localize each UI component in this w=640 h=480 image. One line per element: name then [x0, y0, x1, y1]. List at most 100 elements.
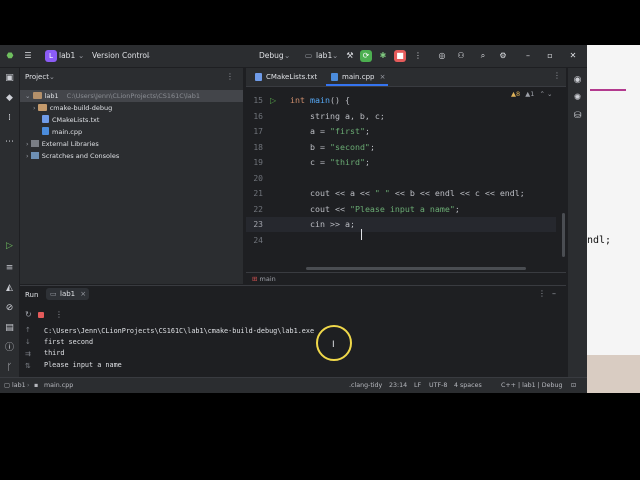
status-crumb-project[interactable]: lab1 — [12, 378, 26, 393]
close-tab-icon[interactable]: × — [380, 68, 386, 86]
run-config-selector[interactable]: Debug — [259, 45, 284, 67]
project-badge[interactable]: L — [45, 50, 57, 62]
project-tool-icon[interactable]: ▣ — [3, 72, 16, 85]
close-tab-icon[interactable]: × — [80, 288, 86, 300]
services-tool-icon[interactable]: ≡ — [3, 262, 16, 275]
line-number[interactable]: 23 — [246, 217, 263, 232]
tree-item-cmake-build-debug[interactable]: › cmake-build-debug — [33, 102, 112, 114]
chevron-down-icon[interactable]: ⌄ — [145, 45, 151, 67]
git-tool-icon[interactable]: ᚴ — [3, 362, 16, 375]
collaboration-icon[interactable]: ⚇ — [455, 50, 467, 62]
line-number[interactable]: 18 — [246, 140, 263, 155]
code-line[interactable]: 20 — [246, 171, 556, 186]
project-name[interactable]: lab1 — [59, 45, 75, 67]
tree-item-lab1[interactable]: ⌄ lab1 C:\Users\Jenn\CLionProjects\CS161… — [20, 90, 243, 102]
soft-wrap-icon[interactable]: ⇉ — [25, 350, 31, 358]
more-options-icon[interactable]: ⋮ — [553, 71, 561, 80]
code-line[interactable]: 16 string a, b, c; — [246, 109, 556, 124]
tree-item-external-libraries[interactable]: › External Libraries — [26, 138, 99, 150]
more-options-icon[interactable]: ⋮ — [226, 72, 234, 81]
tab-cmakelists[interactable]: CMakeLists.txt — [250, 68, 317, 86]
lock-icon[interactable]: ⊡ — [571, 378, 576, 393]
ai-assistant-icon[interactable]: ◎ — [436, 50, 448, 62]
chevron-down-icon[interactable]: ⌄ — [25, 92, 30, 100]
stop-icon[interactable] — [38, 312, 44, 318]
chevron-right-icon[interactable]: › — [26, 152, 29, 160]
chevron-down-icon[interactable]: ⌄ — [284, 45, 290, 67]
project-panel-title[interactable]: Project — [25, 73, 49, 81]
code-token: << b << endl << c << endl; — [389, 188, 525, 198]
minimize-panel-icon[interactable]: – — [552, 289, 556, 298]
problems-tool-icon[interactable]: ⓘ — [3, 342, 16, 355]
caret-position[interactable]: 23:14 — [389, 378, 407, 393]
settings-gear-icon[interactable]: ⚙ — [497, 50, 509, 62]
commit-tool-icon[interactable]: ◆ — [3, 92, 16, 105]
line-separator[interactable]: LF — [414, 378, 421, 393]
language-context[interactable]: C++ | lab1 | Debug — [501, 378, 563, 393]
tree-item-cmakelists[interactable]: CMakeLists.txt — [42, 114, 99, 126]
close-icon[interactable]: ✕ — [567, 50, 579, 62]
target-selector[interactable]: lab1 — [316, 45, 332, 67]
code-line[interactable]: 23 cin >> a; — [246, 217, 556, 232]
line-number[interactable]: 19 — [246, 155, 263, 170]
code-line[interactable]: 24 — [246, 233, 556, 248]
status-crumb-file[interactable]: main.cpp — [44, 378, 73, 393]
stop-icon[interactable]: ■ — [394, 50, 406, 62]
line-number[interactable]: 16 — [246, 109, 263, 124]
chevron-right-icon[interactable]: › — [26, 140, 29, 148]
scroll-up-icon[interactable]: ↑ — [25, 326, 31, 334]
rerun-icon[interactable]: ↻ — [25, 310, 32, 319]
ai-chat-icon[interactable]: ✺ — [571, 92, 584, 105]
more-actions-icon[interactable]: ⋮ — [412, 50, 424, 62]
tree-item-main-cpp[interactable]: main.cpp — [42, 126, 82, 138]
code-line[interactable]: 15 int main() { — [246, 93, 556, 108]
code-line[interactable]: 17 a = "first"; — [246, 124, 556, 139]
tab-main-cpp[interactable]: main.cpp × — [326, 68, 389, 86]
more-options-icon[interactable]: ⋮ — [538, 289, 546, 298]
scroll-down-icon[interactable]: ↓ — [25, 338, 31, 346]
more-options-icon[interactable]: ⋮ — [55, 310, 63, 319]
run-tab-lab1[interactable]: ▭ lab1 × — [46, 288, 90, 300]
line-number[interactable]: 22 — [246, 202, 263, 217]
line-number[interactable]: 24 — [246, 233, 263, 248]
line-number[interactable]: 15 — [246, 93, 263, 108]
main-menu-icon[interactable]: ☰ — [22, 50, 34, 62]
database-icon[interactable]: ⛁ — [571, 110, 584, 123]
run-tool-icon[interactable]: ▷ — [3, 240, 16, 253]
vcs-widget[interactable]: Version Control — [92, 45, 149, 67]
code-line[interactable]: 18 b = "second"; — [246, 140, 556, 155]
code-line[interactable]: 19 c = "third"; — [246, 155, 556, 170]
code-area[interactable]: 15 int main() {16 string a, b, c; 17 a = "… — [246, 93, 556, 271]
minimize-icon[interactable]: – — [522, 50, 534, 62]
code-line[interactable]: 21 cout << a << " " << b << endl << c <<… — [246, 186, 556, 201]
more-tools-icon[interactable]: ⋯ — [3, 136, 16, 149]
terminal-tool-icon[interactable]: ▤ — [3, 322, 16, 335]
tree-item-scratches[interactable]: › Scratches and Consoles — [26, 150, 119, 162]
search-icon[interactable]: ⌕ — [477, 50, 489, 62]
build-hammer-icon[interactable]: ⚒ — [344, 50, 356, 62]
line-number[interactable]: 21 — [246, 186, 263, 201]
run-gutter-icon[interactable]: ▷ — [270, 96, 276, 105]
clang-tidy-indicator[interactable]: .clang-tidy — [349, 378, 382, 393]
editor-vertical-scrollbar[interactable] — [562, 213, 565, 257]
chevron-down-icon[interactable]: ⌄ — [49, 73, 55, 81]
breadcrumb-main[interactable]: main — [260, 275, 276, 283]
run-icon[interactable]: ⟳ — [360, 50, 372, 62]
editor-horizontal-scrollbar[interactable] — [306, 267, 526, 270]
file-encoding[interactable]: UTF-8 — [429, 378, 447, 393]
chevron-down-icon[interactable]: ⌄ — [78, 45, 84, 67]
structure-tool-icon[interactable]: ⁞ — [3, 112, 16, 125]
cpp-file-icon — [331, 73, 338, 81]
cmake-tool-icon[interactable]: ◭ — [3, 282, 16, 295]
line-number[interactable]: 20 — [246, 171, 263, 186]
line-number[interactable]: 17 — [246, 124, 263, 139]
debug-tool-icon[interactable]: ⊘ — [3, 302, 16, 315]
chevron-right-icon[interactable]: › — [33, 104, 36, 112]
chevron-down-icon[interactable]: ⌄ — [332, 45, 338, 67]
notifications-icon[interactable]: ◉ — [571, 74, 584, 87]
maximize-icon[interactable]: ▫ — [544, 50, 556, 62]
debug-bug-icon[interactable]: ✱ — [377, 50, 389, 62]
code-line[interactable]: 22 cout << "Please input a name"; — [246, 202, 556, 217]
sort-icon[interactable]: ⇅ — [25, 362, 31, 370]
indent-setting[interactable]: 4 spaces — [454, 378, 482, 393]
